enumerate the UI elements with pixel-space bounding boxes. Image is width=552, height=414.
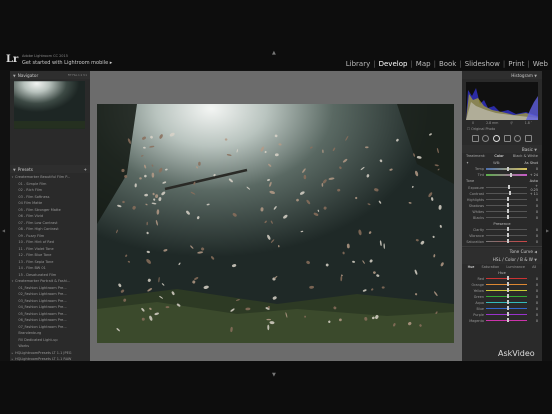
adjustment-brush-icon[interactable] xyxy=(525,135,533,142)
module-web[interactable]: Web xyxy=(533,60,548,68)
module-print[interactable]: Print xyxy=(508,60,524,68)
preset-label: Createmarker Portrait & Fashi... xyxy=(15,279,71,284)
preset-label: 08 - Film High Contrast xyxy=(15,227,59,232)
add-preset-icon[interactable]: + xyxy=(83,167,87,172)
module-picker: Library | Develop | Map | Book | Slideshow | … xyxy=(345,60,548,68)
collapse-top-panel-icon[interactable]: ▲ xyxy=(272,50,276,56)
hsl-slider-list: Red 0 Orange 0 Yellow 0 Green 0 Aqua 0 Blue 0 Purple… xyxy=(462,276,542,324)
module-library[interactable]: Library xyxy=(346,60,370,68)
preset-label: 04_Fashion Lightroom Pre... xyxy=(15,305,67,310)
preset-label: Createmarker Beautiful Film P... xyxy=(15,175,71,180)
red-eye-icon[interactable] xyxy=(493,135,501,142)
radial-filter-icon[interactable] xyxy=(514,135,522,142)
navigator-header[interactable]: ▼ Navigator FIT FILL 1:1 3:1 xyxy=(10,71,90,79)
preset-label: 06_Fashion Lightroom Pre... xyxy=(15,318,67,323)
expand-triangle-icon: ◀ xyxy=(534,250,537,254)
collapse-triangle-icon: ▼ xyxy=(534,258,537,262)
hsl-slider[interactable]: Magenta 0 xyxy=(462,318,542,324)
tone-curve-title: Tone Curve xyxy=(509,249,533,254)
preset-label: 02 - Rich Film xyxy=(15,188,43,193)
hsl-title: HSL / Color / B & W xyxy=(492,257,533,262)
preset-label: 09 - Fuzzy Film xyxy=(15,233,45,238)
navigator-zoom[interactable]: FIT FILL 1:1 3:1 xyxy=(68,74,87,77)
preset-list: ▾ Createmarker Beautiful Film P... 01 - S… xyxy=(10,173,90,361)
spot-removal-icon[interactable] xyxy=(482,135,490,142)
askvideo-watermark: AskVideo xyxy=(498,349,535,358)
center-canvas xyxy=(90,71,462,361)
left-panel: ▼ Navigator FIT FILL 1:1 3:1 ▼ Presets + ▾… xyxy=(10,71,90,361)
hsl-header[interactable]: HSL / Color / B & W ▼ xyxy=(462,255,542,264)
wb-eyedropper-icon[interactable]: ✦ xyxy=(466,161,469,165)
preset-label: 07_Fashion Lightroom Pre... xyxy=(15,324,67,329)
preset-label: 11 - Film Violet Tone xyxy=(15,246,54,251)
preset-label: 13 - Film Sepia Tone xyxy=(15,259,54,264)
collapse-triangle-icon: ▼ xyxy=(13,167,16,172)
collapse-triangle-icon: ▼ xyxy=(534,147,537,152)
presets-title: Presets xyxy=(17,166,33,172)
module-develop[interactable]: Develop xyxy=(379,60,408,68)
navigator-preview[interactable] xyxy=(14,81,85,129)
preset-label: 03_Fashion Lightroom Pre... xyxy=(15,298,67,303)
module-slideshow[interactable]: Slideshow xyxy=(465,60,500,68)
module-book[interactable]: Book xyxy=(439,60,456,68)
module-map[interactable]: Map xyxy=(416,60,431,68)
preset-label: Works xyxy=(15,344,30,349)
tab-saturation[interactable]: Saturation xyxy=(482,265,500,269)
navigator-title: Navigator xyxy=(17,72,39,78)
basic-title: Basic xyxy=(521,146,533,152)
preset-label: 02_Fashion Lightroom Pre... xyxy=(15,292,67,297)
treatment-color[interactable]: Color xyxy=(494,154,503,158)
main-photo[interactable] xyxy=(97,104,454,343)
graduated-filter-icon[interactable] xyxy=(503,135,511,142)
preset-label: 03 - Film Softness xyxy=(15,194,50,199)
preset-label: 12 - Film Blue Tone xyxy=(15,253,52,258)
wb-select[interactable]: As Shot xyxy=(524,161,538,165)
tab-hue[interactable]: Hue xyxy=(468,265,475,269)
identity-plate-small: Adobe Lightroom CC 2015 xyxy=(22,54,68,58)
identity-plate-mobile-link[interactable]: Get started with Lightroom mobile ▸ xyxy=(22,60,112,66)
tone-curve-header[interactable]: Tone Curve ◀ xyxy=(462,247,542,256)
crop-icon[interactable] xyxy=(471,135,479,142)
preset-label: 05_Fashion Lightroom Pre... xyxy=(15,311,67,316)
preset-label: 01 - Simple Film xyxy=(15,181,47,186)
basic-header[interactable]: Basic ▼ xyxy=(462,145,542,153)
right-panel: Histogram ▼ 0 2.8 mm f/ 1.8 ″ ☐ Original… xyxy=(462,71,542,361)
saturation-slider[interactable]: Saturation 0 xyxy=(462,239,542,245)
histogram-header[interactable]: Histogram ▼ xyxy=(462,71,542,79)
presets-header[interactable]: ▼ Presets + xyxy=(10,165,90,173)
collapse-left-panel-icon[interactable]: ◀ xyxy=(2,228,5,233)
preset-label: 05 - Film Stronger Matte xyxy=(15,207,61,212)
treatment-bw[interactable]: Black & White xyxy=(513,154,538,158)
collapse-right-panel-icon[interactable]: ▶ xyxy=(546,228,549,233)
preset-label: 07 - Film Low Contrast xyxy=(15,220,58,225)
lightroom-logo: Lr xyxy=(6,54,19,65)
tab-luminance[interactable]: Luminance xyxy=(506,265,525,269)
histogram-chart[interactable] xyxy=(466,82,538,120)
tool-strip xyxy=(462,132,542,145)
collapse-triangle-icon: ▼ xyxy=(13,73,16,78)
preset-label: 10 - Film Hint of Red xyxy=(15,240,54,245)
preset-label: HQLightroomPresets LT 1.1 JPEG xyxy=(15,350,72,355)
preset-label: 01_Fashion Lightroom Pre... xyxy=(15,285,67,290)
preset-label: 15 - Desaturated Film xyxy=(15,272,57,277)
preset-label: Brandenburg xyxy=(15,331,42,336)
preset-label: 06 - Film Vivid xyxy=(15,214,44,219)
bottom-bar xyxy=(0,361,552,414)
preset-label: 14 - Film BW 01 xyxy=(15,266,46,271)
tab-all[interactable]: All xyxy=(532,265,536,269)
preset-label: Fill Dedicated Light-up xyxy=(15,337,58,342)
preset-label: 04 Film Matte xyxy=(15,201,43,206)
collapse-triangle-icon: ▼ xyxy=(534,73,537,78)
collapse-filmstrip-icon[interactable]: ▼ xyxy=(272,372,276,378)
histogram-title: Histogram xyxy=(511,72,533,78)
